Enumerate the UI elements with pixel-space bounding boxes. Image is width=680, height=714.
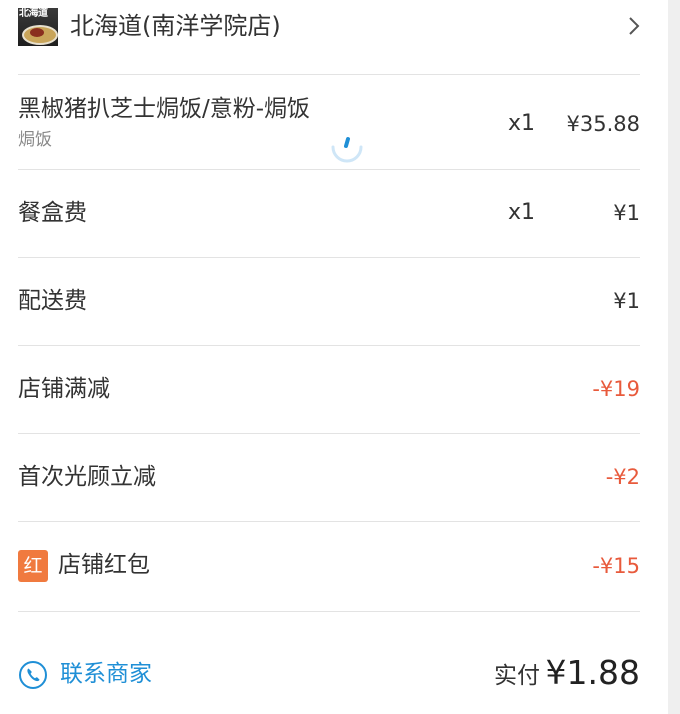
phone-icon [19, 661, 47, 689]
order-summary-card: 北海道 北海道(南洋学院店) 黑椒猪扒芝士焗饭/意粉-焗饭 焗饭 x1 ¥35.… [0, 0, 668, 714]
contact-merchant-label: 联系商家 [60, 661, 152, 687]
scrollbar-track[interactable] [668, 0, 680, 714]
paid-label: 实付 [494, 663, 540, 689]
order-footer: 联系商家 实付 ¥1.88 [18, 0, 640, 714]
paid-amount: ¥1.88 [545, 653, 640, 692]
